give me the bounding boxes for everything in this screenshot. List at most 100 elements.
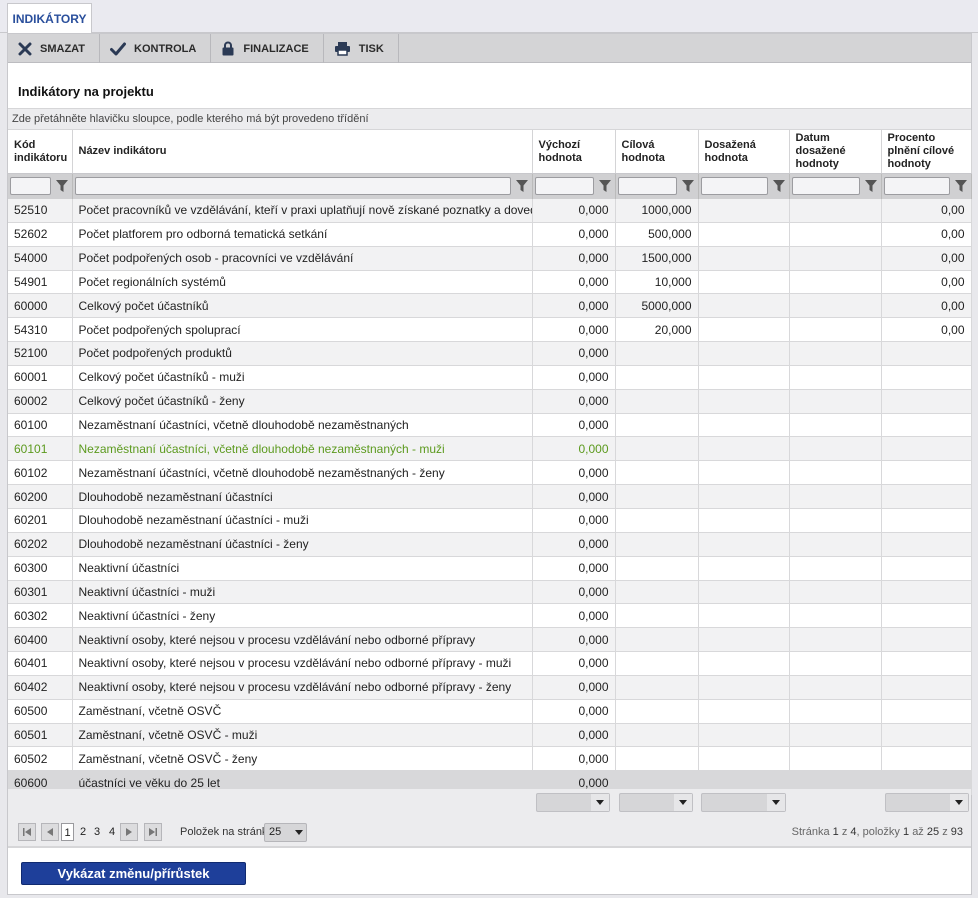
cell-date bbox=[789, 675, 882, 700]
filter-icon[interactable] bbox=[514, 178, 530, 194]
per-page-select[interactable]: 25 bbox=[264, 823, 307, 842]
table-row[interactable]: 60502 Zaměstnaní, včetně OSVČ - ženy 0,000 bbox=[8, 746, 972, 772]
tab-indikatory[interactable]: INDIKÁTORY bbox=[7, 3, 92, 34]
filter-icon[interactable] bbox=[953, 178, 969, 194]
cell-code: 54310 bbox=[8, 317, 73, 343]
filter-input-target[interactable] bbox=[617, 177, 677, 196]
table-row[interactable]: 60101 Nezaměstnaní účastníci, včetně dlou… bbox=[8, 436, 972, 462]
filter-input-name[interactable] bbox=[74, 177, 511, 196]
page-4-button[interactable]: 4 bbox=[107, 823, 117, 841]
print-button[interactable]: TISK bbox=[324, 34, 399, 63]
section-title: Indikátory na projektu bbox=[18, 84, 154, 99]
delete-button[interactable]: SMAZAT bbox=[8, 34, 101, 63]
group-drop-area[interactable]: Zde přetáhněte hlavičku sloupce, podle k… bbox=[8, 108, 971, 130]
page-2-button[interactable]: 2 bbox=[78, 823, 88, 841]
table-row[interactable]: 60301 Neaktivní účastníci - muži 0,000 bbox=[8, 580, 972, 605]
table-row[interactable]: 60202 Dlouhodobě nezaměstnaní účastníci -… bbox=[8, 532, 972, 557]
filter-icon[interactable] bbox=[863, 178, 879, 194]
filter-cell-name bbox=[72, 173, 533, 199]
column-header-date[interactable]: Datum dosažené hodnoty bbox=[789, 130, 882, 174]
filter-icon[interactable] bbox=[597, 178, 613, 194]
cell-start: 0,000 bbox=[532, 317, 616, 343]
table-row[interactable]: 60500 Zaměstnaní, včetně OSVČ 0,000 bbox=[8, 699, 972, 724]
cell-start: 0,000 bbox=[532, 389, 616, 414]
cell-target bbox=[615, 341, 699, 366]
filter-input-achieved[interactable] bbox=[700, 177, 768, 196]
aggregate-dropdown-percent[interactable] bbox=[885, 793, 969, 812]
table-row[interactable]: 60200 Dlouhodobě nezaměstnaní účastníci 0,… bbox=[8, 484, 972, 509]
filter-icon[interactable] bbox=[771, 178, 787, 194]
table-row[interactable]: 54310 Počet podpořených spoluprací 0,000 20… bbox=[8, 317, 972, 343]
column-header-target[interactable]: Cílová hodnota bbox=[615, 130, 699, 174]
cell-target: 10,000 bbox=[615, 270, 699, 295]
filter-icon[interactable] bbox=[54, 178, 70, 194]
cell-code: 60300 bbox=[8, 556, 73, 581]
prev-page-button[interactable] bbox=[41, 823, 59, 841]
last-page-button[interactable] bbox=[144, 823, 162, 841]
cell-target bbox=[615, 675, 699, 700]
table-row[interactable]: 60302 Neaktivní účastníci - ženy 0,000 bbox=[8, 603, 972, 629]
filter-cell-start bbox=[532, 173, 616, 199]
table-row[interactable]: 60401 Neaktivní osoby, které nejsou v pro… bbox=[8, 651, 972, 676]
column-header-achieved[interactable]: Dosažená hodnota bbox=[698, 130, 790, 174]
pager: 1 2 3 4 Položek na stránku 25 Stránka 1 … bbox=[8, 817, 971, 847]
aggregate-dropdown-target[interactable] bbox=[619, 793, 693, 812]
table-row[interactable]: 60501 Zaměstnaní, včetně OSVČ - muži 0,000 bbox=[8, 723, 972, 748]
cell-target bbox=[615, 746, 699, 772]
cell-name: Neaktivní osoby, které nejsou v procesu … bbox=[72, 651, 533, 676]
table-row[interactable]: 60402 Neaktivní osoby, které nejsou v pro… bbox=[8, 675, 972, 700]
cell-achieved bbox=[698, 508, 790, 533]
table-row[interactable]: 52510 Počet pracovníků ve vzdělávání, kte… bbox=[8, 198, 972, 223]
aggregate-dropdown-achieved[interactable] bbox=[701, 793, 786, 812]
cell-target: 1000,000 bbox=[615, 198, 699, 223]
column-header-name[interactable]: Název indikátoru bbox=[72, 130, 533, 174]
cell-date bbox=[789, 436, 882, 462]
cell-percent bbox=[881, 603, 972, 629]
filter-input-percent[interactable] bbox=[883, 177, 950, 196]
table-row[interactable]: 54901 Počet regionálních systémů 0,000 10,0… bbox=[8, 270, 972, 295]
table-row[interactable]: 60000 Celkový počet účastníků 0,000 5000,00… bbox=[8, 293, 972, 319]
column-header-percent[interactable]: Procento plnění cílové hodnoty bbox=[881, 130, 972, 174]
page-3-button[interactable]: 3 bbox=[92, 823, 102, 841]
cell-achieved bbox=[698, 746, 790, 772]
cell-code: 60101 bbox=[8, 436, 73, 462]
first-page-button[interactable] bbox=[18, 823, 36, 841]
cell-date bbox=[789, 723, 882, 748]
check-button[interactable]: KONTROLA bbox=[100, 34, 212, 63]
aggregate-dropdown-start[interactable] bbox=[536, 793, 610, 812]
table-row[interactable]: 52602 Počet platforem pro odborná tematic… bbox=[8, 222, 972, 247]
cell-name: Zaměstnaní, včetně OSVČ - ženy bbox=[72, 746, 533, 772]
pager-info-from: 1 bbox=[903, 826, 910, 838]
next-page-button[interactable] bbox=[120, 823, 138, 841]
report-change-button[interactable]: Vykázat změnu/přírůstek bbox=[21, 862, 246, 885]
cell-code: 54901 bbox=[8, 270, 73, 295]
filter-input-date[interactable] bbox=[791, 177, 860, 196]
filter-icon[interactable] bbox=[680, 178, 696, 194]
cell-target bbox=[615, 699, 699, 724]
filter-input-start[interactable] bbox=[534, 177, 594, 196]
table-row[interactable]: 60100 Nezaměstnaní účastníci, včetně dlou… bbox=[8, 413, 972, 438]
column-header-code[interactable]: Kód indikátoru bbox=[8, 130, 73, 174]
cell-name: Dlouhodobě nezaměstnaní účastníci bbox=[72, 484, 533, 509]
page-1-button[interactable]: 1 bbox=[61, 823, 74, 841]
table-row[interactable]: 60102 Nezaměstnaní účastníci, včetně dlou… bbox=[8, 460, 972, 486]
cell-start: 0,000 bbox=[532, 365, 616, 390]
cell-date bbox=[789, 603, 882, 629]
table-row[interactable]: 60001 Celkový počet účastníků - muži 0,000 bbox=[8, 365, 972, 390]
table-row[interactable]: 60400 Neaktivní osoby, které nejsou v pro… bbox=[8, 627, 972, 653]
check-icon bbox=[110, 42, 127, 55]
table-row[interactable]: 52100 Počet podpořených produktů 0,000 bbox=[8, 341, 972, 366]
table-row[interactable]: 60201 Dlouhodobě nezaměstnaní účastníci -… bbox=[8, 508, 972, 533]
cell-date bbox=[789, 627, 882, 653]
next-page-icon bbox=[126, 828, 132, 836]
table-row[interactable]: 54000 Počet podpořených osob - pracovníci… bbox=[8, 246, 972, 271]
cell-start: 0,000 bbox=[532, 341, 616, 366]
table-row[interactable]: 60300 Neaktivní účastníci 0,000 bbox=[8, 556, 972, 581]
finalize-button[interactable]: FINALIZACE bbox=[211, 34, 324, 63]
column-header-start[interactable]: Výchozí hodnota bbox=[532, 130, 616, 174]
table-row[interactable]: 60002 Celkový počet účastníků - ženy 0,000 bbox=[8, 389, 972, 414]
cell-date bbox=[789, 651, 882, 676]
cell-achieved bbox=[698, 436, 790, 462]
cell-date bbox=[789, 317, 882, 343]
filter-input-code[interactable] bbox=[10, 177, 51, 196]
